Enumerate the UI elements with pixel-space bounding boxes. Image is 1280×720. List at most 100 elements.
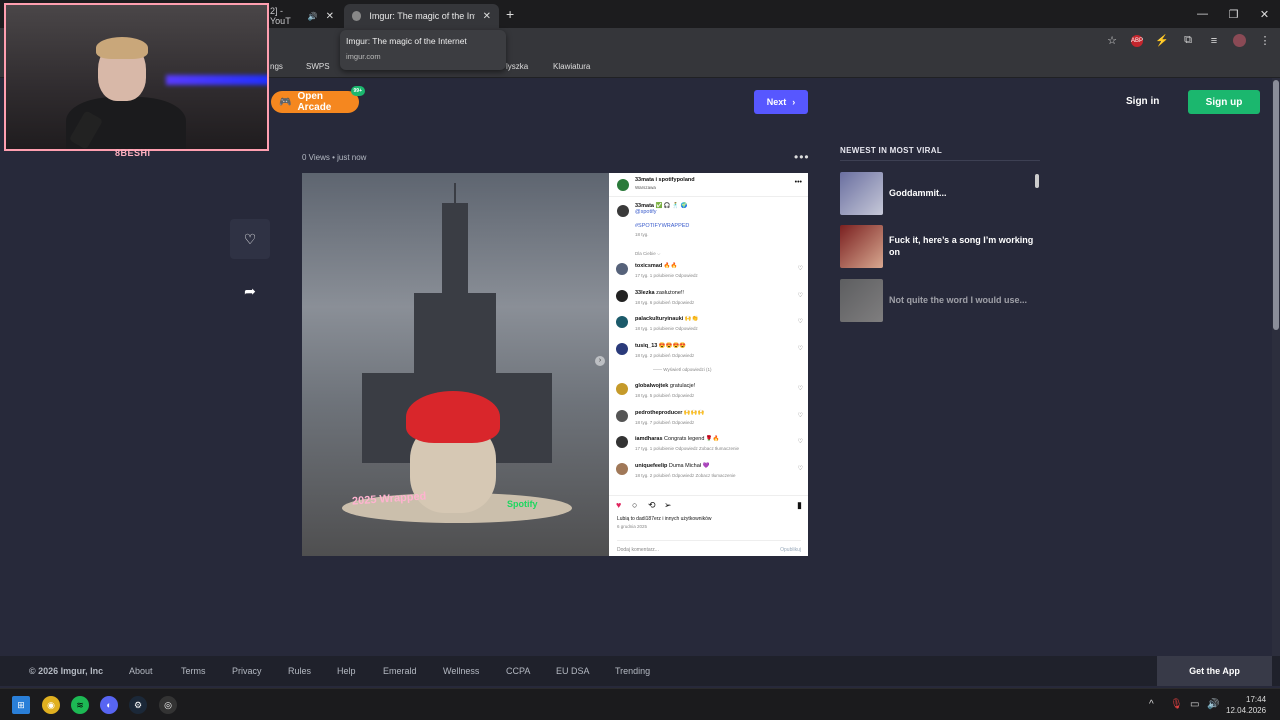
- viral-title: Not quite the word I would use...: [889, 295, 1027, 305]
- media-queue-icon[interactable]: ≡: [1207, 35, 1221, 47]
- windows-start-icon[interactable]: ⊞: [12, 696, 30, 714]
- obs-icon[interactable]: ◎: [159, 696, 177, 714]
- steam-icon[interactable]: ⚙: [129, 696, 147, 714]
- avatar: [616, 316, 628, 328]
- next-post-button[interactable]: Next ›: [754, 90, 808, 114]
- bookmark-star-icon[interactable]: ☆: [1105, 34, 1119, 47]
- network-icon[interactable]: ▭: [1190, 699, 1199, 710]
- bookmark-item[interactable]: ngs: [270, 62, 283, 71]
- comment-meta: 18 tyg. 6 polubień Odpowiedz: [635, 299, 695, 305]
- heart-icon: ♡: [797, 345, 803, 352]
- share-button[interactable]: ➦: [230, 271, 270, 311]
- sign-up-button[interactable]: Sign up: [1188, 90, 1260, 114]
- get-the-app-button[interactable]: Get the App: [1157, 656, 1272, 686]
- clock-date: 12.04.2026: [1226, 706, 1267, 715]
- page-scrollbar[interactable]: [1272, 78, 1280, 656]
- webcam-overlay: [4, 3, 269, 151]
- list-item: pedrotheproducer 🙌🙌🙌 18 tyg. 7 polubień …: [609, 408, 808, 435]
- comment-user: globalwojtek: [635, 383, 669, 389]
- close-tab-icon[interactable]: ✕: [483, 11, 491, 22]
- sign-in-link[interactable]: Sign in: [1126, 96, 1159, 107]
- close-tab-icon[interactable]: ✕: [326, 11, 334, 22]
- post-image[interactable]: 2025 Wrapped Spotify › 33mata i spotifyp…: [302, 173, 808, 556]
- bookmark-item[interactable]: lyszka: [506, 62, 528, 71]
- footer-link-ccpa[interactable]: CCPA: [506, 666, 530, 676]
- more-options-icon[interactable]: •••: [794, 150, 810, 164]
- avatar: [616, 289, 628, 302]
- sculpture-beanie: [406, 391, 500, 443]
- viral-thumbnail: [840, 171, 883, 215]
- adblock-icon[interactable]: ABP: [1131, 34, 1143, 47]
- heart-icon: ♡: [797, 439, 803, 445]
- spotify-icon[interactable]: ≋: [71, 696, 89, 714]
- show-replies-link: —— Wyświetl odpowiedzi (1): [653, 367, 712, 372]
- comments-filter: Dla Ciebie ⌵: [635, 251, 661, 256]
- tray-expand-icon[interactable]: ^: [1149, 699, 1154, 710]
- bookmark-klawiatura[interactable]: Klawiatura: [553, 62, 590, 71]
- comment-icon: ○: [632, 500, 638, 510]
- footer-link-trending[interactable]: Trending: [615, 666, 650, 676]
- copyright: © 2026 Imgur, Inc: [29, 666, 104, 676]
- instagram-panel: 33mata i spotifypoland Warszawa ••• 33ma…: [609, 173, 808, 556]
- comment-user: tusiq_13: [635, 342, 658, 349]
- extensions-puzzle-icon[interactable]: ⧉: [1181, 34, 1195, 47]
- like-button[interactable]: ♡: [230, 219, 270, 259]
- heart-icon: ♡: [797, 386, 803, 392]
- microphone-icon[interactable]: 🎙: [1170, 699, 1183, 710]
- heart-icon: ♡: [797, 292, 803, 299]
- insta-actions: ♥ ○ ⟲ ➢ ▮ Lubią to dadi187erz i innych u…: [609, 495, 808, 555]
- viral-post-3[interactable]: Not quite the word I would use...: [840, 278, 1040, 322]
- carousel-next-icon[interactable]: ›: [595, 356, 605, 366]
- tab-imgur[interactable]: Imgur: The magic of the Interne ✕: [344, 4, 499, 28]
- insta-more-icon: •••: [794, 179, 802, 186]
- minimize-button[interactable]: —: [1187, 0, 1218, 28]
- windows-taskbar: ⊞ ◉ ≋ ◐ ⚙ ◎ ^ 🎙 ▭ 🔊 17:44 12.04.2026: [0, 688, 1280, 720]
- chrome-icon[interactable]: ◉: [42, 696, 60, 714]
- comment-meta: 18 tyg. 1 polubienie Odpowiedz: [635, 326, 698, 331]
- open-arcade-button[interactable]: 🎮 Open Arcade 99+: [271, 86, 365, 113]
- new-tab-button[interactable]: +: [506, 6, 514, 22]
- imgur-favicon-icon: [352, 11, 362, 21]
- menu-kebab-icon[interactable]: ⋮: [1258, 34, 1272, 47]
- footer-link-terms[interactable]: Terms: [181, 666, 206, 676]
- insta-header: 33mata i spotifypoland Warszawa •••: [609, 173, 808, 197]
- comment-user: uniquefeelip: [635, 462, 668, 469]
- publish-text: Opublikuj: [780, 547, 801, 553]
- footer-link-eu-dsa[interactable]: EU DSA: [556, 666, 590, 676]
- footer-link-wellness[interactable]: Wellness: [443, 666, 479, 676]
- clock-time: 17:44: [1246, 695, 1267, 704]
- footer-link-about[interactable]: About: [129, 666, 153, 676]
- comment-text: 😍😍😍😍: [658, 342, 687, 349]
- volume-icon[interactable]: 🔊: [1207, 699, 1219, 710]
- restore-button[interactable]: ❐: [1218, 0, 1249, 28]
- viral-post-1[interactable]: Goddammit...: [840, 171, 1040, 215]
- profile-avatar[interactable]: [1233, 34, 1246, 47]
- viral-post-2[interactable]: Fuck it, here’s a song I’m working on: [840, 224, 1040, 268]
- caption-hashtag: #SPOTIFYWRAPPED: [635, 223, 690, 229]
- bookmark-swps[interactable]: SWPS: [306, 62, 330, 71]
- footer-link-rules[interactable]: Rules: [288, 666, 311, 676]
- footer-link-help[interactable]: Help: [337, 666, 356, 676]
- tab-youtube[interactable]: 2] - YouT 🔊 ✕: [262, 4, 342, 28]
- footer-link-emerald[interactable]: Emerald: [383, 666, 417, 676]
- scrollbar-thumb[interactable]: [1273, 80, 1279, 330]
- viral-thumbnail: [840, 224, 883, 268]
- palace-antenna: [454, 183, 456, 207]
- avatar: [617, 179, 629, 191]
- viral-title: Fuck it, here’s a song I’m working on: [889, 235, 1034, 257]
- insta-caption: 33mata ✅ 🎧 🕺 🌍 @spotify #SPOTIFYWRAPPED …: [609, 197, 808, 247]
- footer-link-privacy[interactable]: Privacy: [232, 666, 262, 676]
- avatar: [616, 342, 628, 355]
- comment-meta: 18 tyg. 5 polubień Odpowiedz: [635, 393, 695, 398]
- list-item: uniquefeelip Duma Michał 💜 18 tyg. 2 pol…: [609, 461, 808, 488]
- comment-text: Congrats legend 🌹🔥: [664, 436, 720, 442]
- next-label: Next: [766, 97, 787, 107]
- translate-extension-icon[interactable]: ⚡: [1155, 34, 1169, 47]
- discord-icon[interactable]: ◐: [100, 696, 118, 714]
- comment-text: 🙌🙌🙌: [683, 409, 705, 416]
- close-window-button[interactable]: ✕: [1249, 0, 1280, 28]
- viral-title: Goddammit...: [889, 188, 947, 198]
- tab-hover-tooltip: Imgur: The magic of the Internet imgur.c…: [340, 30, 506, 70]
- avatar: [616, 409, 628, 422]
- system-clock[interactable]: 17:44 12.04.2026: [1226, 694, 1266, 716]
